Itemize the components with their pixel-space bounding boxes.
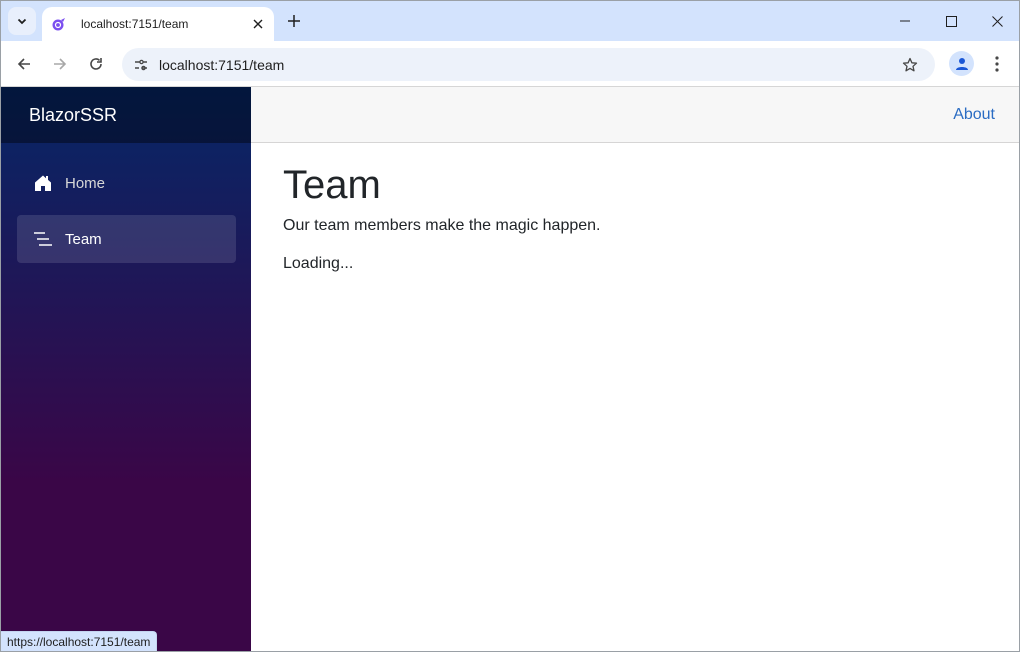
- reload-button[interactable]: [82, 50, 110, 78]
- back-button[interactable]: [10, 50, 38, 78]
- web-page: BlazorSSR Home Team About Team Our team …: [1, 87, 1019, 651]
- more-vertical-icon: [995, 56, 999, 72]
- about-link[interactable]: About: [953, 106, 995, 124]
- star-icon: [902, 57, 918, 72]
- status-bubble: https://localhost:7151/team: [1, 631, 158, 651]
- sidebar-item-team[interactable]: Team: [17, 215, 236, 263]
- tab-search-button[interactable]: [8, 7, 36, 35]
- bookmark-button[interactable]: [899, 54, 921, 76]
- page-content: Team Our team members make the magic hap…: [251, 143, 1019, 273]
- close-tab-button[interactable]: [246, 12, 270, 36]
- list-icon: [33, 229, 53, 249]
- sidebar-item-label: Team: [65, 230, 102, 248]
- chevron-down-icon: [17, 18, 27, 25]
- maximize-button[interactable]: [928, 1, 974, 41]
- minimize-icon: [900, 20, 910, 22]
- sidebar-nav: Home Team: [1, 143, 251, 263]
- close-icon: [991, 15, 1003, 27]
- tune-icon: [134, 59, 147, 70]
- forward-button[interactable]: [46, 50, 74, 78]
- sidebar-item-label: Home: [65, 174, 106, 192]
- profile-button[interactable]: [949, 51, 974, 76]
- sidebar: BlazorSSR Home Team: [1, 87, 251, 651]
- arrow-left-icon: [17, 58, 30, 70]
- reload-icon: [90, 58, 102, 70]
- main-area: About Team Our team members make the mag…: [251, 87, 1019, 651]
- page-description: Our team members make the magic happen.: [283, 217, 601, 234]
- arrow-right-icon: [54, 58, 67, 70]
- blazor-icon: [51, 16, 67, 32]
- tab-title: localhost:7151/team: [81, 17, 189, 31]
- sidebar-item-home[interactable]: Home: [17, 159, 236, 207]
- person-icon: [955, 57, 968, 70]
- browser-toolbar: localhost:7151/team: [1, 41, 1019, 87]
- brand-link[interactable]: BlazorSSR: [29, 105, 117, 126]
- close-icon: [253, 19, 263, 29]
- browser-window: localhost:7151/team localhost:7151/team …: [0, 0, 1020, 652]
- address-bar[interactable]: localhost:7151/team: [122, 48, 935, 81]
- top-row: About: [251, 87, 1019, 143]
- tab-strip: localhost:7151/team: [1, 1, 1019, 41]
- plus-icon: [288, 15, 300, 27]
- home-icon: [33, 173, 53, 193]
- site-info-button[interactable]: [127, 51, 154, 78]
- page-title: Team: [283, 163, 381, 207]
- browser-tab[interactable]: localhost:7151/team: [42, 7, 274, 41]
- new-tab-button[interactable]: [281, 8, 307, 34]
- browser-menu-button[interactable]: [987, 51, 1007, 77]
- close-window-button[interactable]: [974, 1, 1019, 41]
- minimize-button[interactable]: [882, 1, 928, 41]
- url-text: localhost:7151/team: [159, 57, 285, 73]
- loading-status: Loading...: [283, 255, 354, 272]
- maximize-icon: [945, 15, 957, 27]
- brand-bar: BlazorSSR: [1, 87, 251, 143]
